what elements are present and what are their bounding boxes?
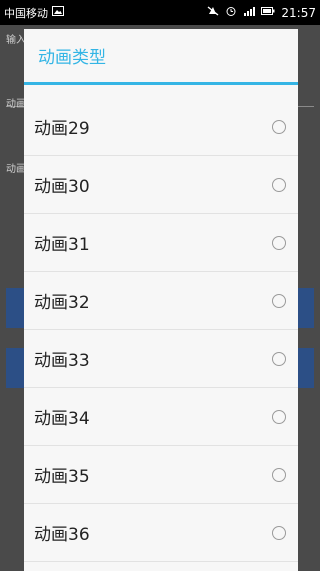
option-label: 动画32 [34, 293, 90, 313]
radio-button[interactable] [272, 177, 286, 192]
radio-button[interactable] [272, 409, 286, 424]
option-label: 动画30 [34, 177, 90, 197]
option-label: 动画35 [34, 467, 90, 487]
bg-label-animation-2: 动画 [6, 164, 26, 175]
option-label: 动画36 [34, 525, 90, 545]
option-item[interactable]: 动画31 [24, 214, 298, 272]
radio-button[interactable] [272, 351, 286, 366]
radio-button[interactable] [272, 119, 286, 134]
dialog-title: 动画类型 [38, 48, 106, 68]
alarm-icon [225, 6, 237, 19]
status-bar: 中国移动 21:57 [0, 0, 320, 25]
dialog-header: 动画类型 [24, 29, 298, 85]
bg-label-input: 输入 [6, 35, 26, 46]
radio-button[interactable] [272, 467, 286, 482]
animation-type-dialog: 动画类型 动画29 动画30 动画31 动画32 动画33 动画34 动画35 [24, 29, 298, 571]
option-item[interactable]: 动画35 [24, 446, 298, 504]
carrier-name: 中国移动 [4, 6, 48, 20]
mute-icon [207, 6, 219, 19]
signal-icon [243, 6, 256, 19]
clock-time: 21:57 [281, 5, 316, 20]
radio-button[interactable] [272, 235, 286, 250]
option-label: 动画33 [34, 351, 90, 371]
radio-button[interactable] [272, 293, 286, 308]
option-item[interactable]: 动画34 [24, 388, 298, 446]
option-item[interactable]: 动画36 [24, 504, 298, 562]
option-item[interactable]: 动画32 [24, 272, 298, 330]
option-item[interactable]: 动画33 [24, 330, 298, 388]
bg-label-animation-1: 动画 [6, 99, 26, 110]
dialog-option-list[interactable]: 动画29 动画30 动画31 动画32 动画33 动画34 动画35 动画36 [24, 98, 298, 562]
option-item[interactable]: 动画30 [24, 156, 298, 214]
option-label: 动画31 [34, 235, 90, 255]
option-item[interactable]: 动画29 [24, 98, 298, 156]
option-label: 动画29 [34, 119, 90, 139]
battery-icon [261, 6, 275, 19]
image-notification-icon [52, 6, 64, 19]
option-label: 动画34 [34, 409, 90, 429]
radio-button[interactable] [272, 525, 286, 540]
